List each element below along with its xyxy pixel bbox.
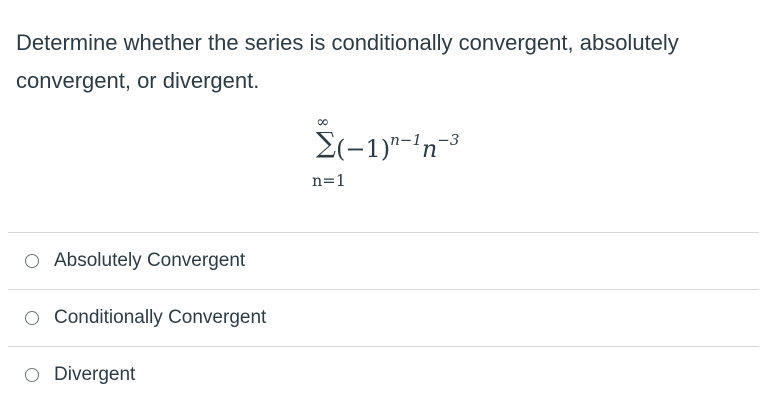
sum-lower-limit: n=1 <box>312 171 346 190</box>
series-term: (−1)n−1n−3 <box>336 131 460 167</box>
radio-button[interactable] <box>25 254 39 268</box>
term-exponent-1: n−1 <box>390 131 422 149</box>
question-line-1: Determine whether the series is conditio… <box>16 30 679 55</box>
term-exponent-2: −3 <box>437 131 460 149</box>
question-line-2: convergent, or divergent. <box>16 68 260 93</box>
term-base: (−1) <box>336 135 391 163</box>
option-label: Conditionally Convergent <box>54 307 267 328</box>
question-text: Determine whether the series is conditio… <box>16 24 756 100</box>
radio-button[interactable] <box>25 368 39 382</box>
option-conditionally-convergent[interactable]: Conditionally Convergent <box>8 289 759 346</box>
radio-button[interactable] <box>25 311 39 325</box>
summation-symbol: ∑ <box>316 126 336 159</box>
series-formula: ∞ ∑ (−1)n−1n−3 n=1 <box>312 114 516 204</box>
option-label: Absolutely Convergent <box>54 250 246 271</box>
answer-options: Absolutely Convergent Conditionally Conv… <box>8 232 759 403</box>
option-divergent[interactable]: Divergent <box>8 346 759 403</box>
option-label: Divergent <box>54 364 136 385</box>
term-variable: n <box>421 135 438 163</box>
option-absolutely-convergent[interactable]: Absolutely Convergent <box>8 232 759 289</box>
